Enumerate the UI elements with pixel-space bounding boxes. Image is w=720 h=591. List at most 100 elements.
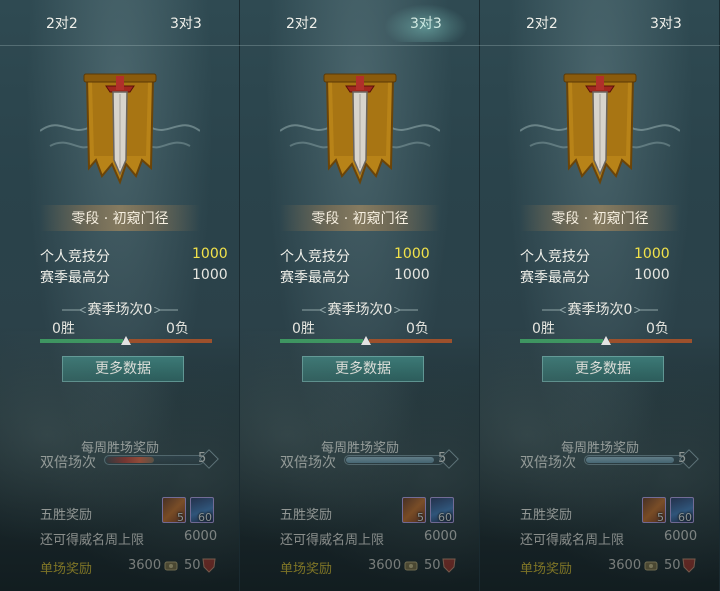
five-win-label: 五胜奖励	[520, 508, 573, 523]
double-matches-bar	[104, 455, 204, 465]
item-count: 60	[678, 511, 692, 524]
tab-3v3[interactable]: 3对3	[650, 12, 682, 36]
double-matches-bar	[584, 455, 684, 465]
double-matches-fill	[346, 457, 434, 463]
remaining-cap-label: 还可得威名周上限	[40, 533, 145, 548]
arena-panel-1: 2对2 3对3 零段 · 初窥门径 个人竞技分 1000 赛季最高分 1000 …	[0, 0, 240, 591]
item-count: 60	[438, 511, 452, 524]
blue-wing-icon[interactable]: 60	[670, 497, 694, 524]
rank-title: 零段 · 初窥门径	[551, 211, 649, 227]
item-count: 5	[657, 511, 664, 524]
win-loss-marker-icon	[601, 336, 611, 345]
orange-scroll-icon[interactable]: 5	[642, 497, 666, 524]
item-count: 5	[417, 511, 424, 524]
tab-3v3[interactable]: 3对3	[170, 12, 202, 36]
win-portion	[40, 339, 123, 343]
personal-score-label: 个人竞技分	[520, 249, 590, 265]
personal-score-label: 个人竞技分	[280, 249, 350, 265]
loss-portion	[369, 339, 452, 343]
coin-icon	[164, 561, 178, 571]
rank-emblem-sword-banner-icon	[280, 73, 440, 185]
more-data-button[interactable]: 更多数据	[542, 356, 664, 382]
rank-emblem-sword-banner-icon	[520, 73, 680, 185]
loss-portion	[129, 339, 212, 343]
personal-score-label: 个人竞技分	[40, 249, 110, 265]
win-loss-marker-icon	[121, 336, 131, 345]
wins-count: 0胜	[292, 321, 315, 337]
rank-title: 零段 · 初窥门径	[71, 211, 169, 227]
tab-2v2[interactable]: 2对2	[286, 12, 318, 36]
season-matches-title: 赛季场次0	[87, 302, 153, 318]
wins-count: 0胜	[532, 321, 555, 337]
mode-tabs: 2对2 3对3	[0, 0, 240, 46]
season-high-value: 1000	[634, 267, 670, 283]
single-honor-value: 50	[664, 558, 681, 573]
single-honor-value: 50	[184, 558, 201, 573]
single-coins-value: 3600	[368, 558, 402, 573]
coin-icon	[404, 561, 418, 571]
double-matches-label: 双倍场次	[280, 455, 336, 471]
season-high-label: 赛季最高分	[280, 270, 350, 286]
coin-icon	[644, 561, 658, 571]
item-count: 5	[177, 511, 184, 524]
remaining-cap-label: 还可得威名周上限	[520, 533, 625, 548]
season-matches-title: 赛季场次0	[567, 302, 633, 318]
tab-divider	[480, 45, 720, 46]
item-count: 60	[198, 511, 212, 524]
blue-wing-icon[interactable]: 60	[190, 497, 214, 524]
single-reward-label: 单场奖励	[40, 562, 93, 577]
remaining-cap-label: 还可得威名周上限	[280, 533, 385, 548]
wins-count: 0胜	[52, 321, 75, 337]
double-matches-fill	[586, 457, 674, 463]
season-high-label: 赛季最高分	[520, 270, 590, 286]
tab-divider	[240, 45, 480, 46]
more-data-button[interactable]: 更多数据	[62, 356, 184, 382]
remaining-cap-value: 6000	[664, 529, 698, 544]
single-reward-label: 单场奖励	[280, 562, 333, 577]
tab-3v3[interactable]: 3对3	[384, 4, 468, 42]
season-high-label: 赛季最高分	[40, 270, 110, 286]
losses-count: 0负	[166, 321, 189, 337]
season-high-value: 1000	[192, 267, 228, 283]
double-matches-fill	[106, 457, 154, 463]
rank-emblem-sword-banner-icon	[40, 73, 200, 185]
orange-scroll-icon[interactable]: 5	[162, 497, 186, 524]
single-honor-value: 50	[424, 558, 441, 573]
honor-shield-icon	[682, 558, 696, 573]
five-win-label: 五胜奖励	[40, 508, 93, 523]
remaining-cap-value: 6000	[424, 529, 458, 544]
losses-count: 0负	[406, 321, 429, 337]
orange-scroll-icon[interactable]: 5	[402, 497, 426, 524]
mode-tabs: 2对2 3对3	[240, 0, 480, 46]
win-portion	[280, 339, 363, 343]
double-matches-bar	[344, 455, 444, 465]
panels-container: 2对2 3对3 零段 · 初窥门径 个人竞技分 1000 赛季最高分 1000 …	[0, 0, 720, 591]
arena-panel-3: 2对2 3对3 零段 · 初窥门径 个人竞技分 1000 赛季最高分 1000 …	[480, 0, 720, 591]
single-reward-label: 单场奖励	[520, 562, 573, 577]
ornament-right-icon	[394, 307, 418, 313]
mode-tabs: 2对2 3对3	[480, 0, 720, 46]
double-matches-label: 双倍场次	[40, 455, 96, 471]
personal-score-value: 1000	[634, 246, 670, 262]
losses-count: 0负	[646, 321, 669, 337]
double-matches-count: 5	[198, 451, 207, 466]
double-matches-label: 双倍场次	[520, 455, 576, 471]
win-loss-marker-icon	[361, 336, 371, 345]
win-portion	[520, 339, 603, 343]
single-coins-value: 3600	[608, 558, 642, 573]
rank-title: 零段 · 初窥门径	[311, 211, 409, 227]
double-matches-count: 5	[678, 451, 687, 466]
single-coins-value: 3600	[128, 558, 162, 573]
more-data-button[interactable]: 更多数据	[302, 356, 424, 382]
loss-portion	[609, 339, 692, 343]
tab-2v2[interactable]: 2对2	[46, 12, 78, 36]
remaining-cap-value: 6000	[184, 529, 218, 544]
tab-divider	[0, 45, 240, 46]
arena-panel-2: 2对2 3对3 零段 · 初窥门径 个人竞技分 1000 赛季最高分 1000 …	[240, 0, 480, 591]
five-win-label: 五胜奖励	[280, 508, 333, 523]
tab-2v2[interactable]: 2对2	[526, 12, 558, 36]
ornament-right-icon	[634, 307, 658, 313]
blue-wing-icon[interactable]: 60	[430, 497, 454, 524]
season-matches-title: 赛季场次0	[327, 302, 393, 318]
season-high-value: 1000	[394, 267, 430, 283]
